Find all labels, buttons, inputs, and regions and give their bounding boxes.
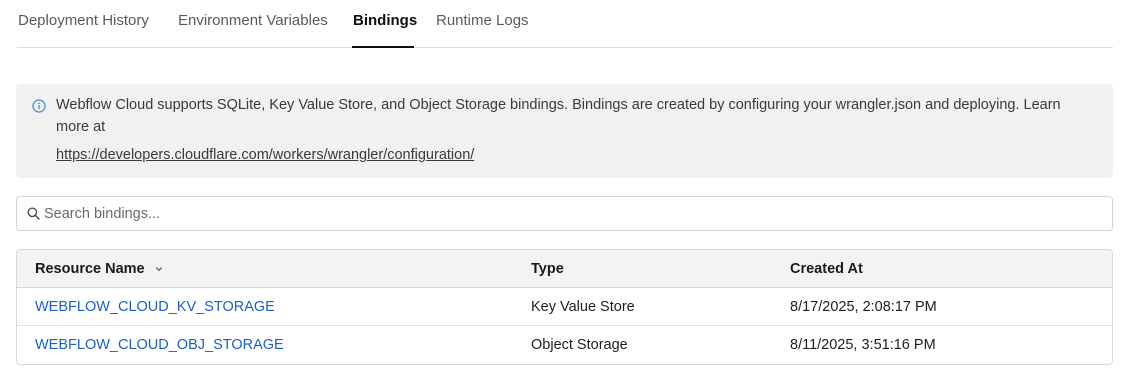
tab-bindings[interactable]: Bindings: [353, 11, 417, 31]
resource-type: Object Storage: [531, 337, 628, 353]
active-tab-indicator: [352, 46, 414, 48]
wrangler-docs-link[interactable]: https://developers.cloudflare.com/worker…: [56, 145, 474, 165]
bindings-info-notice: Webflow Cloud supports SQLite, Key Value…: [16, 84, 1113, 178]
table-row: WEBFLOW_CLOUD_OBJ_STORAGE Object Storage…: [17, 326, 1112, 364]
search-icon: [27, 207, 40, 220]
created-at: 8/11/2025, 3:51:16 PM: [790, 337, 936, 353]
info-icon: [32, 99, 46, 113]
search-bindings-box: [16, 196, 1113, 231]
table-header-row: Resource Name Type Created At: [17, 250, 1112, 288]
resource-name-link[interactable]: WEBFLOW_CLOUD_KV_STORAGE: [35, 288, 275, 325]
notice-text: Webflow Cloud supports SQLite, Key Value…: [56, 97, 1061, 135]
column-header-type: Type: [531, 260, 564, 277]
column-header-label: Resource Name: [35, 260, 145, 277]
bindings-table: Resource Name Type Created At WEBFLOW_CL…: [16, 249, 1113, 365]
column-header-resource-name[interactable]: Resource Name: [35, 250, 163, 287]
tab-runtime-logs[interactable]: Runtime Logs: [436, 11, 529, 31]
resource-type: Key Value Store: [531, 298, 635, 315]
chevron-down-icon[interactable]: [155, 265, 163, 273]
created-at: 8/17/2025, 2:08:17 PM: [790, 298, 937, 315]
search-input[interactable]: [44, 198, 1104, 229]
resource-name-link[interactable]: WEBFLOW_CLOUD_OBJ_STORAGE: [35, 326, 284, 364]
tab-deployment-history[interactable]: Deployment History: [18, 11, 149, 31]
tab-environment-variables[interactable]: Environment Variables: [178, 11, 328, 31]
tab-bar: Deployment History Environment Variables…: [17, 0, 1113, 48]
column-header-created-at: Created At: [790, 260, 863, 277]
table-row: WEBFLOW_CLOUD_KV_STORAGE Key Value Store…: [17, 288, 1112, 326]
